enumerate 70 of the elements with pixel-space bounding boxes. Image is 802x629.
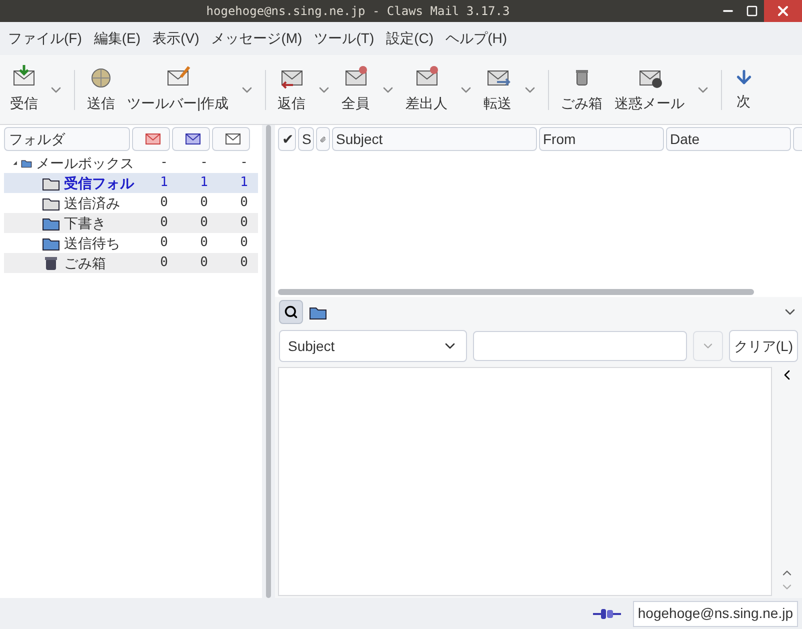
count-cell-text: - <box>239 154 249 172</box>
column-header[interactable] <box>172 127 210 151</box>
search-toggle-button[interactable] <box>279 300 303 324</box>
search-icon <box>284 305 298 319</box>
menu-item[interactable]: ファイル(F) <box>2 28 88 49</box>
count-cell-text: 0 <box>239 254 249 272</box>
count-cell-text: 0 <box>199 234 209 252</box>
column-header[interactable]: From <box>539 127 664 151</box>
toolbar-button[interactable]: 送信 <box>81 65 121 114</box>
folder-name: メールボックス <box>36 154 134 172</box>
paperclip-icon <box>320 134 326 144</box>
maximize-icon <box>746 5 758 17</box>
column-header[interactable]: ✔ <box>278 127 296 151</box>
count-cell-text: 0 <box>159 214 169 232</box>
count-cell-text: 1 <box>239 174 249 192</box>
count-cell-text: 0 <box>159 254 169 272</box>
menu-item[interactable]: メッセージ(M) <box>205 28 308 49</box>
column-header[interactable]: Date <box>666 127 791 151</box>
menu-item[interactable]: ツール(T) <box>308 28 380 49</box>
folder-name: 下書き <box>64 214 106 232</box>
count-cell-text: - <box>159 154 169 172</box>
toolbar-button[interactable]: ツールバー|作成 <box>121 65 235 114</box>
toolbar-button[interactable]: 差出人 <box>400 65 454 114</box>
folder-row[interactable]: 受信フォル 1 1 1 <box>4 173 258 193</box>
trash-icon <box>42 255 60 271</box>
envelope-icon <box>145 133 161 145</box>
column-header[interactable]: フォルダ <box>4 127 130 151</box>
folder-row[interactable]: 下書き 0 0 0 <box>4 213 258 233</box>
plug-icon <box>592 608 621 620</box>
menu-item[interactable]: 表示(V) <box>146 28 206 49</box>
count-cell-text: 0 <box>199 214 209 232</box>
toolbar-button[interactable]: 迷惑メール <box>608 65 691 114</box>
count-cell-text: 0 <box>199 254 209 272</box>
clear-button[interactable]: クリア(L) <box>728 330 798 362</box>
search-field-dropdown[interactable]: Subject <box>279 330 467 362</box>
close-button[interactable] <box>764 0 802 22</box>
folder-name: ごみ箱 <box>64 254 106 272</box>
count-cell-text: 0 <box>239 214 249 232</box>
folder-row[interactable]: ごみ箱 0 0 0 <box>4 253 258 273</box>
toolbar-button[interactable]: 返信 <box>272 65 312 114</box>
count-cell-text: 0 <box>239 194 249 212</box>
count-cell-text: 1 <box>199 174 209 192</box>
count-cell-text: 1 <box>159 174 169 192</box>
envelope-icon <box>185 133 201 145</box>
count-cell-text: 0 <box>239 234 249 252</box>
folder-name: 受信フォル <box>64 174 134 192</box>
toolbar-button[interactable]: 受信 <box>4 65 44 114</box>
count-cell-text: 0 <box>159 234 169 252</box>
window-title: hogehoge@ns.sing.ne.jp - Claws Mail 3.17.3 <box>205 3 511 20</box>
toolbar-button[interactable]: 転送 <box>478 65 518 114</box>
column-header[interactable]: S <box>298 127 314 151</box>
toolbar-button[interactable]: ごみ箱 <box>554 65 609 114</box>
column-header[interactable]: Subject <box>332 127 537 151</box>
close-icon <box>775 3 791 19</box>
toolbar-button[interactable]: 次 <box>728 67 760 112</box>
count-cell-text: - <box>199 154 209 172</box>
search-input[interactable] <box>472 331 687 361</box>
count-cell-text: 0 <box>159 194 169 212</box>
toolbar-button[interactable]: 全員 <box>336 65 376 114</box>
folder-name: 送信済み <box>64 194 120 212</box>
column-header[interactable] <box>316 127 330 151</box>
folder-name: 送信待ち <box>64 234 120 252</box>
envelope-icon <box>225 133 241 145</box>
column-header[interactable] <box>132 127 170 151</box>
menu-item[interactable]: ヘルプ(H) <box>440 28 513 49</box>
column-header[interactable] <box>212 127 250 151</box>
count-cell-text: 0 <box>199 194 209 212</box>
account-label: hogehoge@ns.sing.ne.jp <box>632 600 798 626</box>
menu-item[interactable]: 設定(C) <box>380 28 440 49</box>
menu-item[interactable]: 編集(E) <box>88 28 147 49</box>
